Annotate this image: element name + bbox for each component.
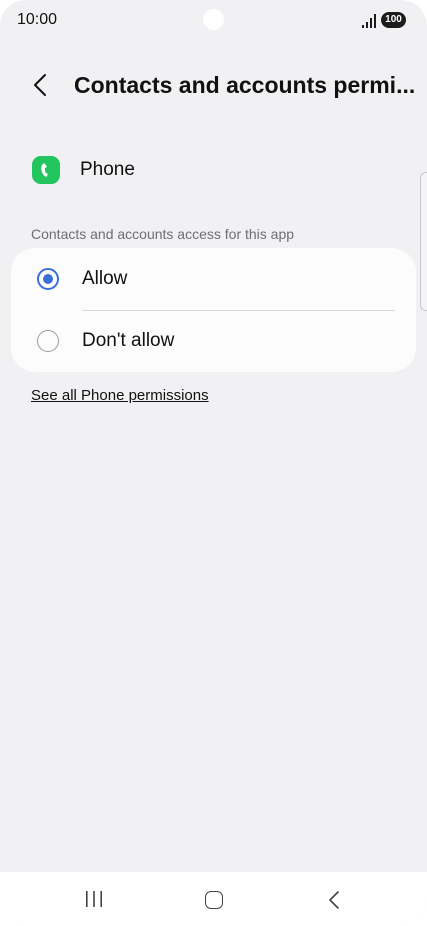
see-all-permissions-link[interactable]: See all Phone permissions — [31, 387, 209, 404]
home-icon[interactable] — [205, 891, 223, 909]
radio-allow[interactable] — [37, 268, 59, 290]
option-allow[interactable]: Allow — [11, 248, 416, 310]
camera-cutout — [203, 9, 224, 30]
signal-icon — [362, 14, 376, 28]
status-bar: 10:00 100 — [0, 0, 427, 44]
nav-back-icon[interactable] — [324, 890, 344, 910]
navigation-bar — [0, 872, 427, 926]
app-name: Phone — [80, 159, 135, 180]
battery-icon: 100 — [381, 12, 406, 28]
app-row: Phone — [32, 156, 332, 186]
back-icon[interactable] — [26, 70, 56, 100]
phone-icon — [32, 156, 60, 184]
page-title: Contacts and accounts permi... — [74, 72, 416, 98]
recents-icon[interactable] — [84, 890, 104, 908]
screen: 10:00 100 Contacts and accounts permi...… — [0, 0, 427, 926]
permission-options-card: Allow Don't allow — [11, 248, 416, 372]
header: Contacts and accounts permi... — [0, 62, 427, 108]
scroll-handle[interactable] — [420, 172, 427, 311]
status-time: 10:00 — [17, 11, 58, 28]
radio-dont-allow[interactable] — [37, 330, 59, 352]
option-allow-label: Allow — [82, 268, 128, 289]
section-label: Contacts and accounts access for this ap… — [31, 226, 295, 242]
option-dont-allow-label: Don't allow — [82, 330, 175, 351]
option-dont-allow[interactable]: Don't allow — [11, 310, 416, 372]
